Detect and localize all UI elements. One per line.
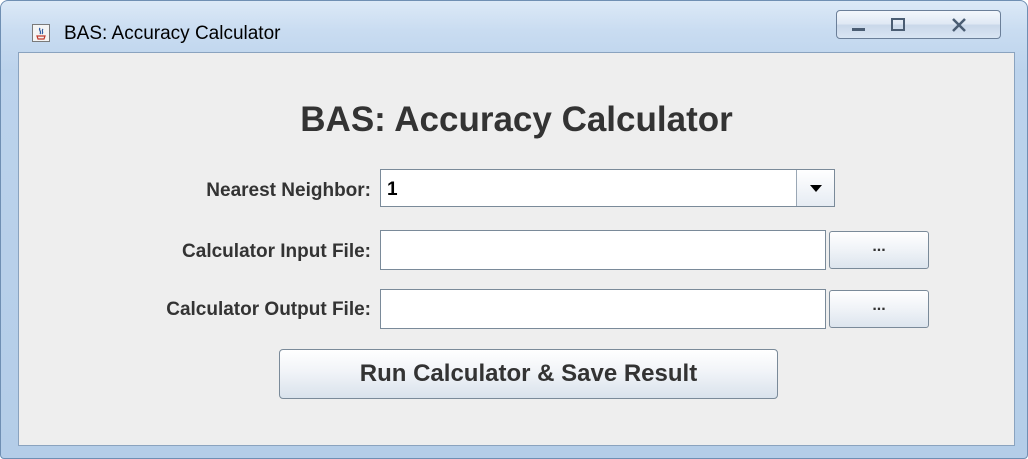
- page-title: BAS: Accuracy Calculator: [300, 100, 733, 139]
- title-bar[interactable]: BAS: Accuracy Calculator: [1, 1, 1027, 44]
- nearest-neighbor-label: Nearest Neighbor:: [206, 180, 371, 201]
- java-cup-icon[interactable]: [32, 24, 50, 42]
- window-title: BAS: Accuracy Calculator: [64, 23, 281, 44]
- close-icon: [952, 18, 966, 32]
- input-file-field[interactable]: [380, 230, 826, 270]
- input-file-label: Calculator Input File:: [182, 241, 371, 262]
- browse-output-button[interactable]: ...: [829, 290, 929, 328]
- browse-input-button[interactable]: ...: [829, 231, 929, 269]
- maximize-button[interactable]: [878, 10, 918, 39]
- dropdown-toggle[interactable]: [796, 170, 834, 206]
- minimize-button[interactable]: [836, 10, 879, 39]
- content-panel: BAS: Accuracy Calculator Nearest Neighbo…: [18, 52, 1015, 446]
- minimize-icon: [852, 28, 865, 31]
- output-file-label: Calculator Output File:: [166, 299, 371, 320]
- maximize-icon: [891, 18, 905, 31]
- run-calculator-button[interactable]: Run Calculator & Save Result: [279, 349, 778, 399]
- close-button[interactable]: [917, 10, 1001, 39]
- nearest-neighbor-dropdown[interactable]: 1: [380, 169, 835, 207]
- chevron-down-icon: [810, 185, 822, 192]
- nearest-neighbor-value: 1: [387, 179, 398, 200]
- app-window: BAS: Accuracy Calculator BAS: Accuracy C…: [0, 0, 1028, 459]
- output-file-field[interactable]: [380, 289, 826, 329]
